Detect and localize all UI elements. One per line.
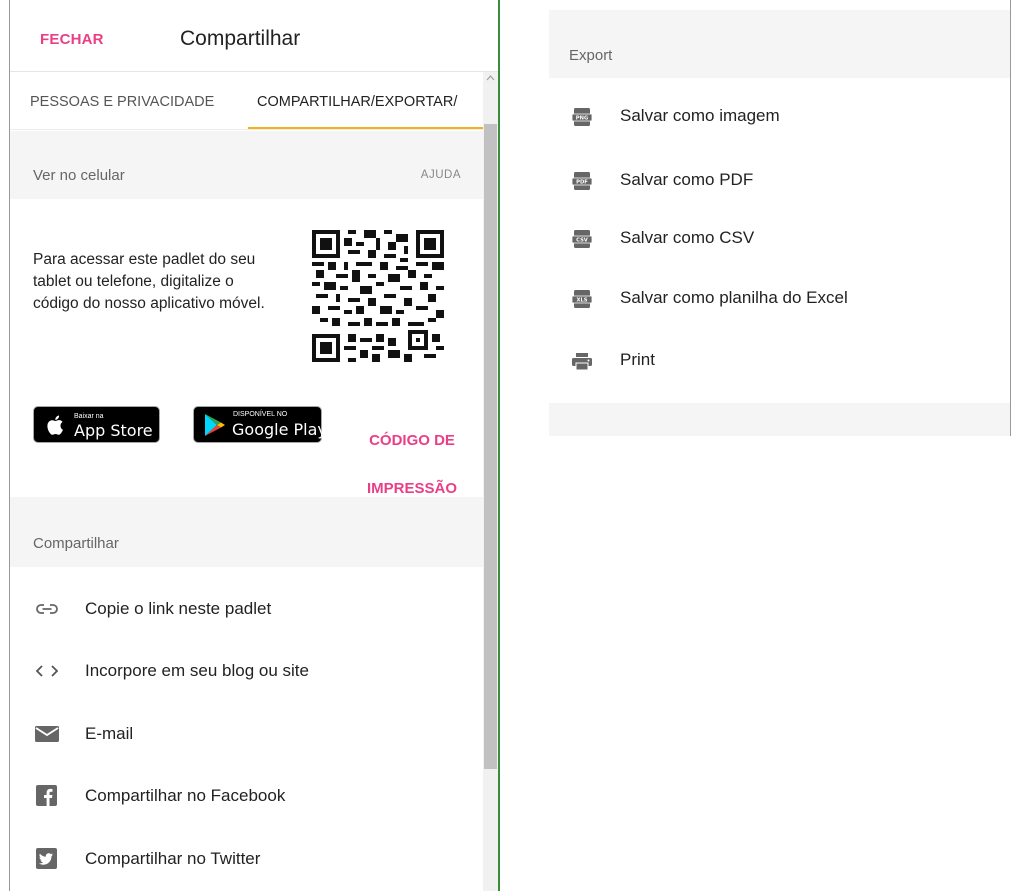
xls-file-icon: XLS	[571, 290, 593, 308]
panel-title: Compartilhar	[180, 27, 301, 50]
print-code-line1: CÓDIGO DE	[369, 432, 455, 449]
export-item-label: Salvar como CSV	[620, 228, 755, 247]
active-tab-indicator	[248, 127, 484, 129]
app-store-badge[interactable]: Baixar na App Store	[33, 406, 160, 443]
svg-text:PDF: PDF	[576, 180, 588, 186]
scrollbar-thumb[interactable]	[484, 124, 497, 769]
export-section-header: Export	[549, 10, 1010, 78]
export-item-label: Salvar como PDF	[620, 170, 754, 189]
svg-text:CSV: CSV	[576, 238, 588, 244]
export-item-label: Print	[620, 350, 655, 369]
share-section-header: Compartilhar	[10, 497, 483, 567]
share-panel-header: FECHAR Compartilhar	[10, 0, 498, 72]
csv-file-icon: CSV	[571, 230, 593, 248]
export-item-pdf[interactable]: PDF Salvar como PDF	[549, 160, 1010, 204]
mobile-section-header: Ver no celular AJUDA	[10, 131, 483, 199]
share-item-embed[interactable]: Incorpore em seu blog ou site	[10, 646, 483, 696]
email-icon	[35, 726, 59, 742]
facebook-icon	[36, 785, 57, 806]
export-item-image[interactable]: PNG Salvar como imagem	[549, 96, 1010, 140]
share-item-twitter[interactable]: Compartilhar no Twitter	[10, 834, 483, 884]
google-play-small-text: DISPONÍVEL NO	[233, 411, 288, 418]
export-item-print[interactable]: Print	[549, 340, 1010, 384]
share-item-email[interactable]: E-mail	[10, 709, 483, 759]
scroll-up-arrow-icon[interactable]	[486, 74, 495, 81]
google-play-big-text: Google Play	[232, 420, 327, 439]
window-divider	[498, 0, 500, 891]
code-icon	[35, 665, 59, 677]
export-item-csv[interactable]: CSV Salvar como CSV	[549, 218, 1010, 262]
svg-text:XLS: XLS	[576, 298, 587, 304]
share-item-label: Compartilhar no Twitter	[85, 849, 261, 868]
export-section-title: Export	[569, 47, 613, 64]
export-item-label: Salvar como planilha do Excel	[620, 288, 848, 307]
share-item-label: Copie o link neste padlet	[85, 599, 272, 618]
svg-text:PNG: PNG	[576, 116, 588, 122]
close-button[interactable]: FECHAR	[40, 31, 104, 48]
png-file-icon: PNG	[571, 108, 593, 126]
export-panel-border	[1010, 0, 1011, 436]
twitter-icon	[36, 848, 57, 869]
app-store-big-text: App Store	[74, 421, 153, 440]
qr-code-image	[312, 230, 444, 362]
export-section-footer	[549, 403, 1010, 436]
share-item-facebook[interactable]: Compartilhar no Facebook	[10, 771, 483, 821]
share-item-label: Incorpore em seu blog ou site	[85, 661, 309, 680]
printer-icon	[572, 353, 592, 371]
tab-share-export[interactable]: COMPARTILHAR/EXPORTAR/	[257, 94, 457, 110]
app-store-small-text: Baixar na	[74, 413, 104, 420]
apple-icon	[47, 415, 63, 435]
scrollbar[interactable]	[483, 72, 498, 891]
tab-people-privacy[interactable]: PESSOAS E PRIVACIDADE	[30, 94, 214, 110]
link-icon	[36, 604, 58, 614]
google-play-icon	[205, 414, 225, 436]
share-section-title: Compartilhar	[33, 535, 119, 552]
export-item-label: Salvar como imagem	[620, 106, 780, 125]
mobile-section-title: Ver no celular	[33, 167, 125, 184]
export-item-excel[interactable]: XLS Salvar como planilha do Excel	[549, 278, 1010, 322]
share-item-label: Compartilhar no Facebook	[85, 786, 286, 805]
pdf-file-icon: PDF	[571, 172, 593, 190]
help-link[interactable]: AJUDA	[421, 169, 461, 181]
share-item-label: E-mail	[85, 724, 134, 743]
share-item-copy-link[interactable]: Copie o link neste padlet	[10, 584, 483, 634]
google-play-badge[interactable]: DISPONÍVEL NO Google Play	[193, 406, 327, 443]
mobile-app-description: Para acessar este padlet do seu tablet o…	[33, 251, 265, 312]
tab-bar: PESSOAS E PRIVACIDADE COMPARTILHAR/EXPOR…	[10, 72, 484, 130]
